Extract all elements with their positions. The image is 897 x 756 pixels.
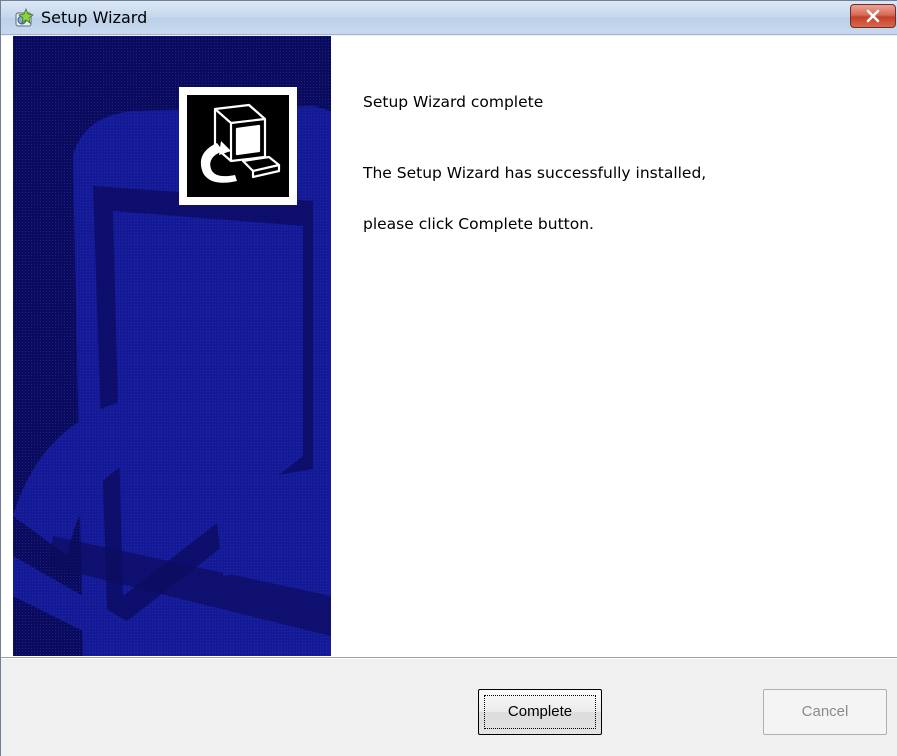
logo-frame [179,87,297,205]
setup-wizard-icon [15,7,34,27]
installer-computer-icon [200,103,281,183]
close-button[interactable] [850,4,896,28]
completion-message-line2: please click Complete button. [363,215,594,233]
cancel-button[interactable]: Cancel [763,689,887,735]
complete-button[interactable]: Complete [478,689,602,735]
completion-message-line1: The Setup Wizard has successfully instal… [363,164,707,182]
complete-button-label: Complete [484,695,596,729]
window-title: Setup Wizard [41,8,148,27]
title-bar[interactable]: Setup Wizard [1,1,897,35]
wizard-side-banner [13,36,331,656]
logo-background [187,95,289,197]
wizard-content: Setup Wizard complete The Setup Wizard h… [1,36,897,658]
close-x-icon [866,9,880,23]
setup-wizard-window: Setup Wizard Setup Wizard complete The S… [0,0,897,756]
completion-heading: Setup Wizard complete [363,93,544,111]
